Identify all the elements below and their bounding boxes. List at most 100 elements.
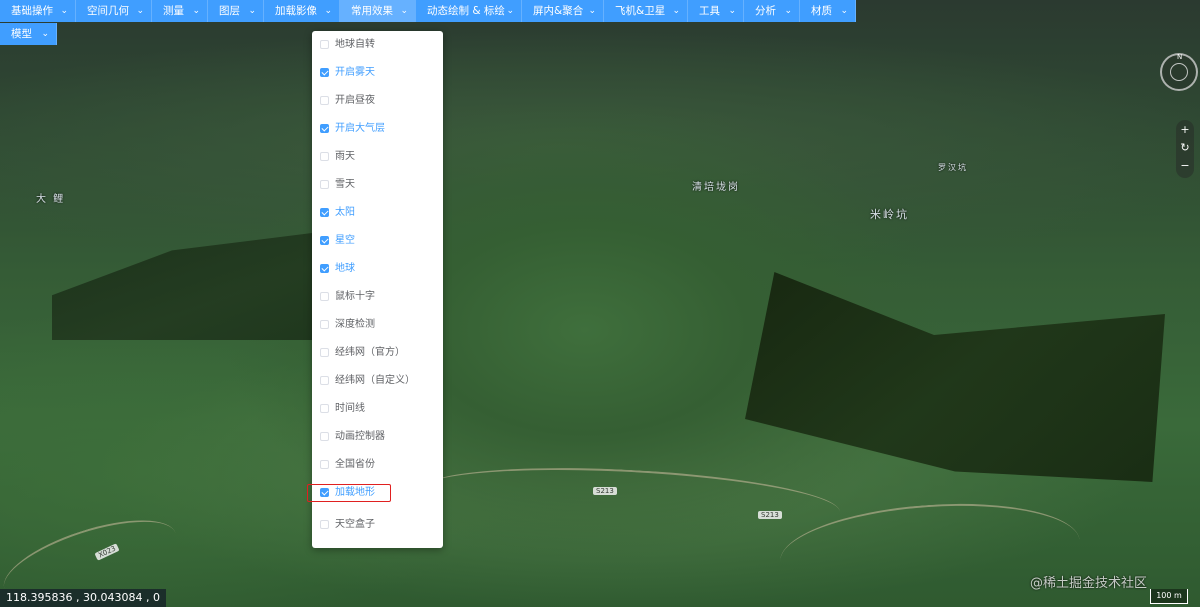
menu-layers[interactable]: 图层 ⌄ xyxy=(208,0,264,22)
chevron-down-icon: ⌄ xyxy=(248,6,256,16)
checkbox[interactable] xyxy=(320,264,329,273)
menu-material[interactable]: 材质 ⌄ xyxy=(800,0,856,22)
chevron-down-icon: ⌄ xyxy=(41,29,49,39)
option-label: 太阳 xyxy=(335,207,355,218)
zoom-in-button[interactable]: + xyxy=(1176,123,1194,136)
effect-option-fog[interactable]: 开启雾天 xyxy=(312,63,443,83)
effect-option-skybox[interactable]: 天空盒子 xyxy=(312,515,443,535)
checkbox[interactable] xyxy=(320,376,329,385)
menu-label: 图层 xyxy=(219,5,240,17)
menu-label: 空间几何 xyxy=(87,5,129,17)
effect-option-timeline[interactable]: 时间线 xyxy=(312,399,443,419)
menu-common-effects[interactable]: 常用效果 ⌄ xyxy=(340,0,416,22)
checkbox[interactable] xyxy=(320,432,329,441)
option-label: 动画控制器 xyxy=(335,431,385,442)
checkbox[interactable] xyxy=(320,208,329,217)
chevron-down-icon: ⌄ xyxy=(324,6,332,16)
checkbox[interactable] xyxy=(320,236,329,245)
watermark: @稀土掘金技术社区 xyxy=(1030,576,1148,591)
checkbox[interactable] xyxy=(320,96,329,105)
menu-analysis[interactable]: 分析 ⌄ xyxy=(744,0,800,22)
chevron-down-icon: ⌄ xyxy=(60,6,68,16)
zoom-control: + ↻ − xyxy=(1176,120,1194,178)
zoom-out-button[interactable]: − xyxy=(1176,159,1194,172)
highlight-annotation-box xyxy=(307,484,391,502)
effect-option-snow[interactable]: 雪天 xyxy=(312,175,443,195)
menu-load-imagery[interactable]: 加载影像 ⌄ xyxy=(264,0,340,22)
map-place-label: 罗汉坑 xyxy=(938,163,968,172)
option-label: 星空 xyxy=(335,235,355,246)
effect-option-graticule-official[interactable]: 经纬网（官方） xyxy=(312,343,443,363)
chevron-down-icon: ⌄ xyxy=(784,6,792,16)
effect-option-sun[interactable]: 太阳 xyxy=(312,203,443,223)
option-label: 全国省份 xyxy=(335,459,375,470)
effect-option-animation-controller[interactable]: 动画控制器 xyxy=(312,427,443,447)
option-label: 地球 xyxy=(335,263,355,274)
chevron-down-icon: ⌄ xyxy=(506,6,514,16)
map-place-label: 米岭坑 xyxy=(870,208,909,221)
option-label: 开启昼夜 xyxy=(335,95,375,106)
menu-label: 分析 xyxy=(755,5,776,17)
terrain-view[interactable]: 清培垅岗 米岭坑 罗汉坑 大 鲤 S213 S213 X023 xyxy=(0,0,1200,607)
menu-screen-cluster[interactable]: 屏内&聚合 ⌄ xyxy=(522,0,604,22)
effect-option-provinces[interactable]: 全国省份 xyxy=(312,455,443,475)
chevron-down-icon: ⌄ xyxy=(136,6,144,16)
compass-ring-icon[interactable] xyxy=(1170,63,1188,81)
road-tag: S213 xyxy=(758,511,782,519)
checkbox[interactable] xyxy=(320,404,329,413)
checkbox[interactable] xyxy=(320,348,329,357)
terrain-tile-right xyxy=(745,272,1165,482)
checkbox[interactable] xyxy=(320,68,329,77)
effect-option-mouse-cross[interactable]: 鼠标十字 xyxy=(312,287,443,307)
menu-measure[interactable]: 测量 ⌄ xyxy=(152,0,208,22)
menu-spatial-geometry[interactable]: 空间几何 ⌄ xyxy=(76,0,152,22)
coordinate-readout: 118.395836 , 30.043084 , 0 xyxy=(0,589,166,607)
option-label: 时间线 xyxy=(335,403,365,414)
menu-label: 动态绘制 & 标绘 xyxy=(427,5,505,17)
checkbox[interactable] xyxy=(320,320,329,329)
road-tag: S213 xyxy=(593,487,617,495)
effect-option-day-night[interactable]: 开启昼夜 xyxy=(312,91,443,111)
map-place-label: 清培垅岗 xyxy=(692,182,740,193)
compass-control[interactable]: N xyxy=(1160,53,1198,91)
effect-option-rain[interactable]: 雨天 xyxy=(312,147,443,167)
chevron-down-icon: ⌄ xyxy=(840,6,848,16)
menu-basic-ops[interactable]: 基础操作 ⌄ xyxy=(0,0,76,22)
effect-option-depth-test[interactable]: 深度检测 xyxy=(312,315,443,335)
checkbox[interactable] xyxy=(320,180,329,189)
chevron-down-icon: ⌄ xyxy=(672,6,680,16)
terrain-tile-left xyxy=(52,228,352,340)
option-label: 经纬网（自定义） xyxy=(335,375,415,386)
option-label: 开启雾天 xyxy=(335,67,375,78)
option-label: 深度检测 xyxy=(335,319,375,330)
menu-label: 加载影像 xyxy=(275,5,317,17)
menu-aircraft-satellite[interactable]: 飞机&卫星 ⌄ xyxy=(604,0,688,22)
chevron-down-icon: ⌄ xyxy=(728,6,736,16)
effect-option-earth-rotate[interactable]: 地球自转 xyxy=(312,35,443,55)
effect-option-globe[interactable]: 地球 xyxy=(312,259,443,279)
road-line xyxy=(418,459,842,543)
scale-bar: 100 m xyxy=(1150,589,1188,604)
checkbox[interactable] xyxy=(320,152,329,161)
chevron-down-icon: ⌄ xyxy=(192,6,200,16)
reset-view-button[interactable]: ↻ xyxy=(1176,141,1194,154)
chevron-down-icon: ⌄ xyxy=(588,6,596,16)
effect-option-graticule-custom[interactable]: 经纬网（自定义） xyxy=(312,371,443,391)
compass-north-label: N xyxy=(1177,53,1183,61)
checkbox[interactable] xyxy=(320,124,329,133)
menu-dynamic-draw[interactable]: 动态绘制 & 标绘 ⌄ xyxy=(416,0,522,22)
menu-tools[interactable]: 工具 ⌄ xyxy=(688,0,744,22)
checkbox[interactable] xyxy=(320,292,329,301)
effect-option-starry-sky[interactable]: 星空 xyxy=(312,231,443,251)
checkbox[interactable] xyxy=(320,460,329,469)
option-label: 开启大气层 xyxy=(335,123,385,134)
menu-label: 模型 xyxy=(11,28,32,40)
menu-label: 屏内&聚合 xyxy=(533,5,584,17)
checkbox[interactable] xyxy=(320,40,329,49)
menu-model[interactable]: 模型 ⌄ xyxy=(0,23,57,45)
chevron-down-icon: ⌄ xyxy=(400,6,408,16)
menu-label: 材质 xyxy=(811,5,832,17)
checkbox[interactable] xyxy=(320,520,329,529)
effects-dropdown: 地球自转 开启雾天 开启昼夜 开启大气层 雨天 雪天 太阳 星空 地球 鼠标十字… xyxy=(312,31,443,548)
effect-option-atmosphere[interactable]: 开启大气层 xyxy=(312,119,443,139)
